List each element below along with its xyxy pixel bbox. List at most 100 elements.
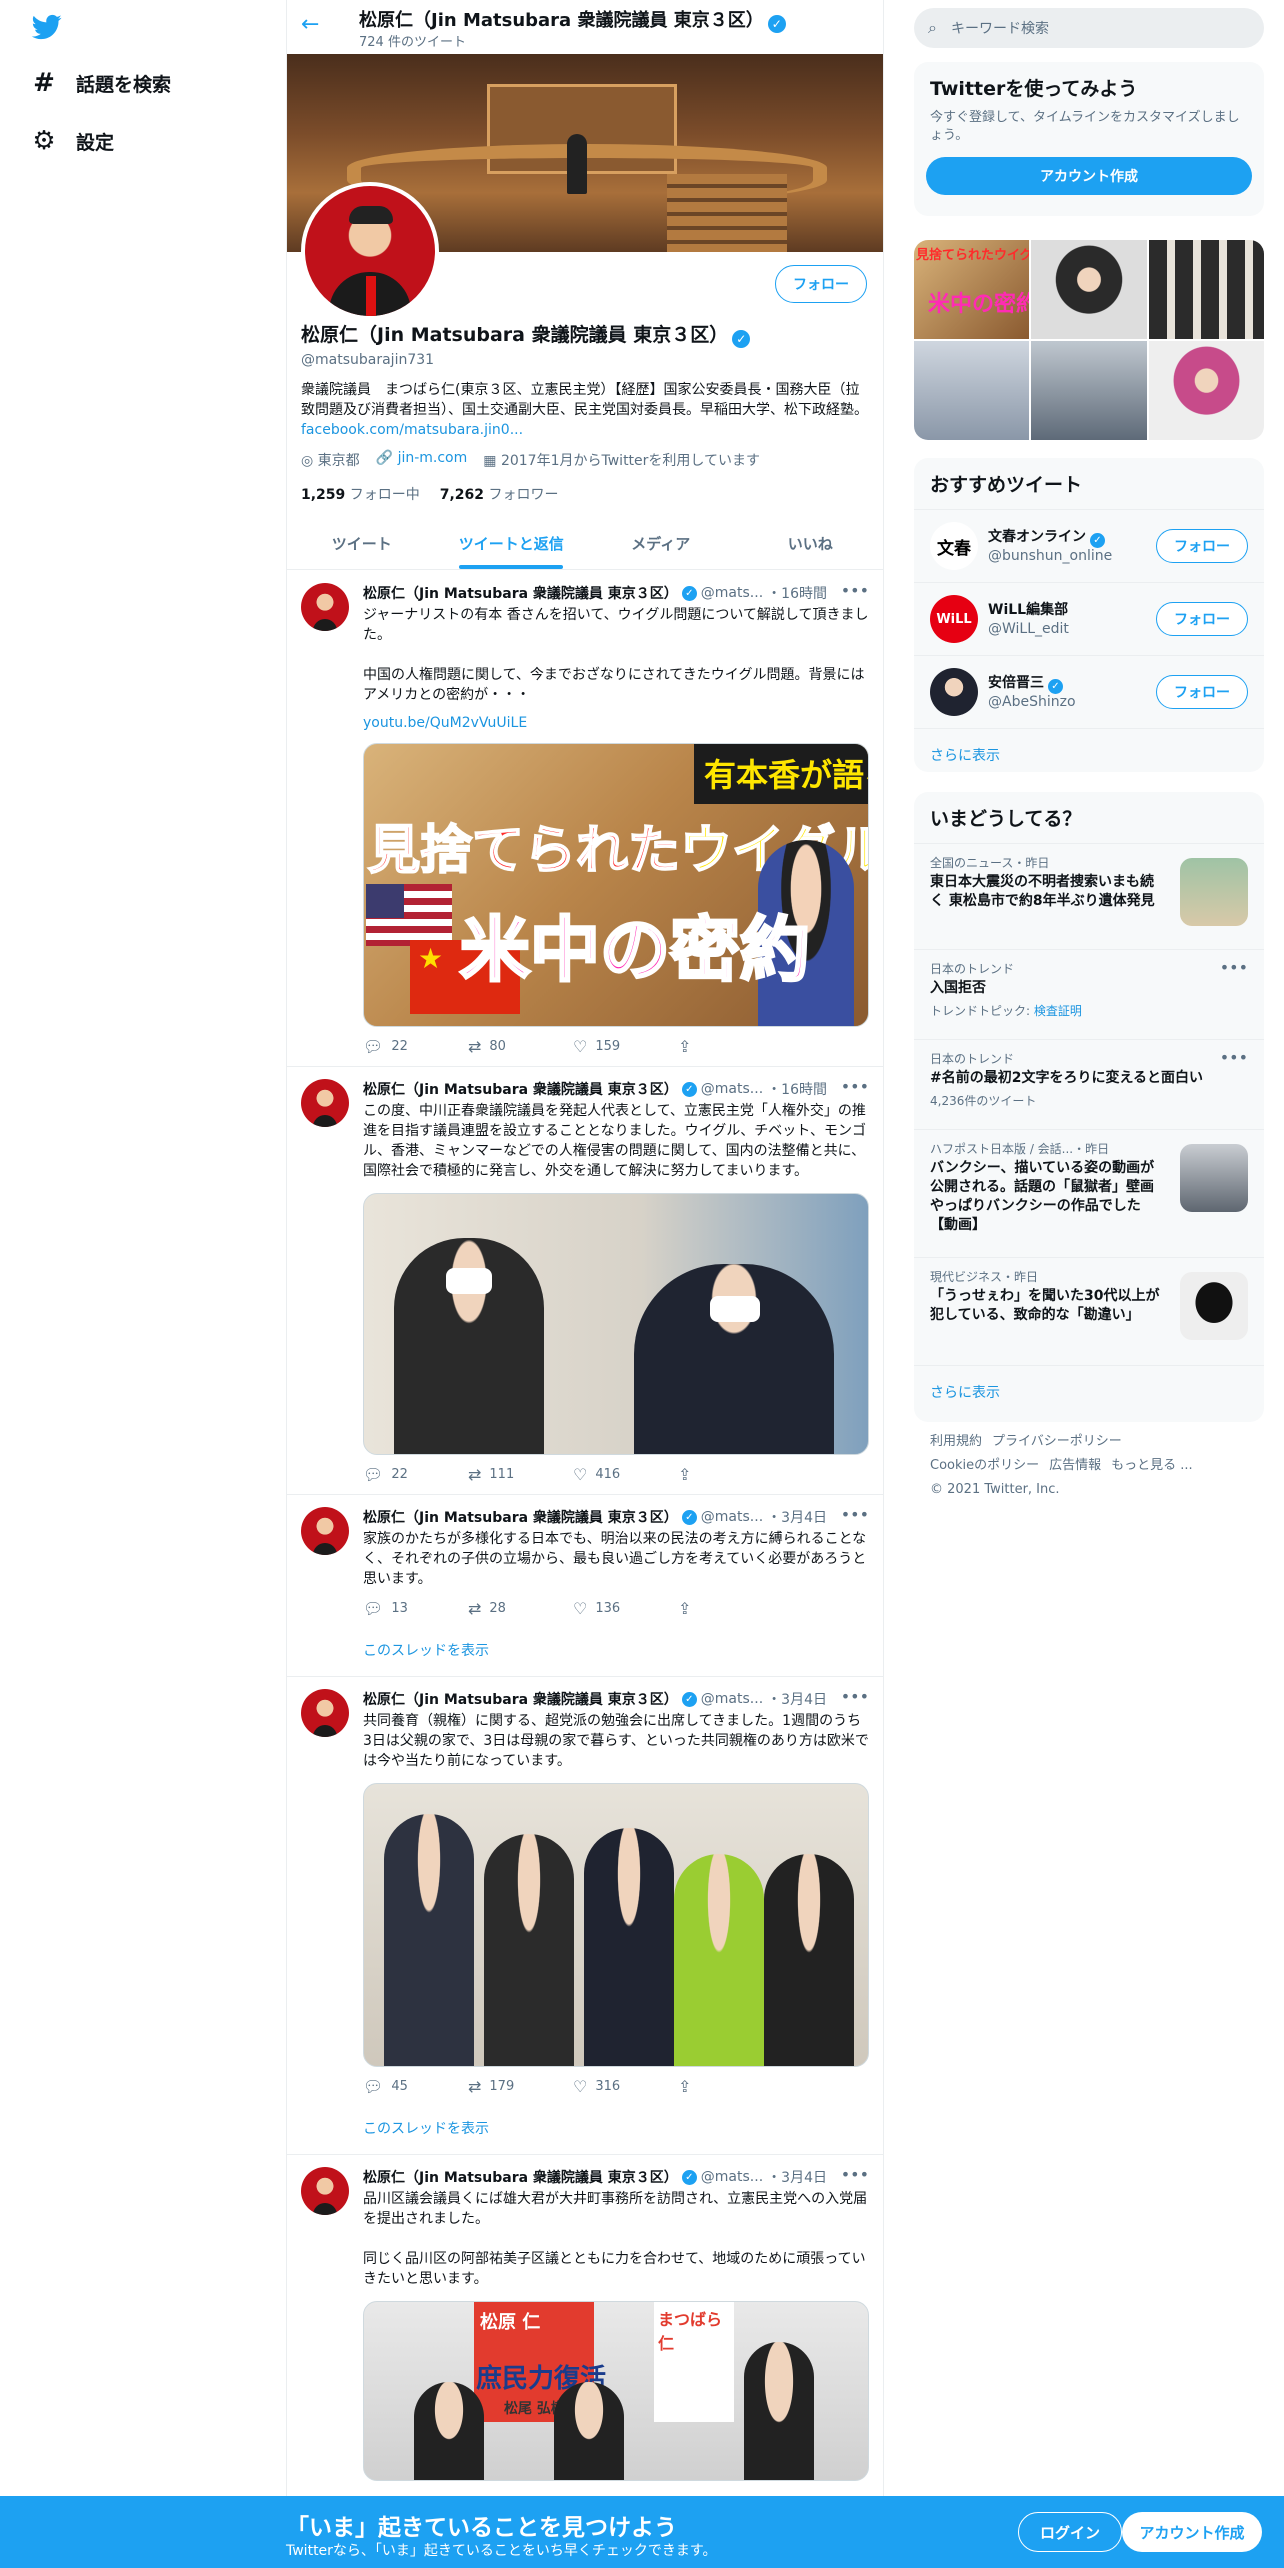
profile-tabs: ツイート ツイートと返信 メディア いいね <box>287 518 884 570</box>
tweet-author[interactable]: 松原仁（Jin Matsubara 衆議院議員 東京３区） <box>363 2167 678 2187</box>
like-button[interactable]: ♡ 316 <box>573 2077 678 2096</box>
more-icon[interactable]: ••• <box>841 1687 869 1706</box>
bio-link[interactable]: facebook.com/matsubara.jin0... <box>301 422 523 438</box>
more-icon[interactable]: ••• <box>841 1077 869 1096</box>
tweet-media-photo[interactable]: 松原 仁 まつばら仁 庶民力復活 松尾 弘樹 <box>363 2301 869 2481</box>
more-icon[interactable]: ••• <box>1220 1048 1248 1067</box>
footer-link[interactable]: もっと見る ... <box>1111 1458 1193 1473</box>
back-arrow-icon[interactable]: ← <box>301 12 319 37</box>
tweet-time[interactable]: ・16時間 <box>767 1079 827 1099</box>
retweet-icon: ⇄ <box>468 2077 482 2096</box>
tweet-time[interactable]: ・3月4日 <box>767 1507 827 1527</box>
us-flag <box>366 884 452 946</box>
following-link[interactable]: 1,259 フォロー中 <box>301 484 420 504</box>
tab-media[interactable]: メディア <box>586 518 736 569</box>
reply-button[interactable]: 💬︎ 13 <box>363 1599 468 1618</box>
reco-item[interactable]: 安倍晋三 ✓ @AbeShinzo フォロー <box>914 655 1264 728</box>
trend-item[interactable]: 日本のトレンド 入国拒否 トレンドトピック: 検査証明 ••• <box>914 949 1264 1039</box>
trends-title: いまどうしてる？ <box>930 808 1082 830</box>
more-icon[interactable]: ••• <box>1220 958 1248 977</box>
retweet-button[interactable]: ⇄ 111 <box>468 1465 573 1484</box>
login-button[interactable]: ログイン <box>1018 2512 1122 2552</box>
reply-button[interactable]: 💬︎ 45 <box>363 2077 468 2096</box>
tweet-media-photo[interactable] <box>363 1783 869 2067</box>
tab-tweets[interactable]: ツイート <box>287 518 437 569</box>
retweet-button[interactable]: ⇄ 179 <box>468 2077 573 2096</box>
tab-likes[interactable]: いいね <box>736 518 884 569</box>
tweet-time[interactable]: ・3月4日 <box>767 1689 827 1709</box>
footer-link[interactable]: プライバシーポリシー <box>992 1434 1122 1449</box>
profile-name: 松原仁（Jin Matsubara 衆議院議員 東京３区） ✓ <box>301 320 871 348</box>
reco-follow-button[interactable]: フォロー <box>1156 602 1248 636</box>
tweet[interactable]: 松原仁（Jin Matsubara 衆議院議員 東京３区） ✓ @mats... … <box>287 2155 883 2491</box>
tweet-avatar[interactable] <box>301 1507 349 1555</box>
tweet-avatar[interactable] <box>301 2167 349 2215</box>
followers-link[interactable]: 7,262 フォロワー <box>440 484 559 504</box>
like-button[interactable]: ♡ 159 <box>573 1037 678 1056</box>
nav-settings[interactable]: ⚙ 設定 <box>30 121 114 161</box>
tweet[interactable]: 松原仁（Jin Matsubara 衆議院議員 東京３区） ✓ @mats... … <box>287 1495 883 1677</box>
more-icon[interactable]: ••• <box>841 1505 869 1524</box>
share-button[interactable]: ⇪ <box>678 2077 783 2096</box>
trends-show-more[interactable]: さらに表示 <box>914 1365 1264 1418</box>
trend-title: バンクシー、描いている姿の動画が公開される。話題の「鼠獄者」壁画やっぱりバンクシ… <box>930 1160 1155 1233</box>
like-button[interactable]: ♡ 416 <box>573 1465 678 1484</box>
more-icon[interactable]: ••• <box>841 581 869 600</box>
reply-button[interactable]: 💬︎ 22 <box>363 1465 468 1484</box>
tweet-author[interactable]: 松原仁（Jin Matsubara 衆議院議員 東京３区） <box>363 1507 678 1527</box>
share-button[interactable]: ⇪ <box>678 1599 783 1618</box>
like-button[interactable]: ♡ 136 <box>573 1599 678 1618</box>
reco-item[interactable]: 文春 文春オンライン ✓ @bunshun_online フォロー <box>914 509 1264 582</box>
tweet-avatar[interactable] <box>301 1079 349 1127</box>
tweet-avatar[interactable] <box>301 583 349 631</box>
reco-follow-button[interactable]: フォロー <box>1156 529 1248 563</box>
tweet-time[interactable]: ・3月4日 <box>767 2167 827 2187</box>
tweet-media-photo[interactable] <box>363 1193 869 1455</box>
show-thread-link[interactable]: このスレッドを表示 <box>363 2118 869 2138</box>
trend-item[interactable]: 全国のニュース・昨日 東日本大震災の不明者捜索いまも続く 東松島市で約8年半ぶり… <box>914 843 1264 949</box>
media-thumb[interactable] <box>914 341 1030 440</box>
tweet-media-video-thumbnail[interactable]: 有本香が語る 見捨てられたウイグル人 米中の密約 <box>363 743 869 1027</box>
tweet[interactable]: 松原仁（Jin Matsubara 衆議院議員 東京３区） ✓ @mats... … <box>287 1067 883 1495</box>
trend-item[interactable]: ハフポスト日本版 / 会話...・昨日 バンクシー、描いている姿の動画が公開され… <box>914 1129 1264 1257</box>
media-thumb[interactable] <box>1148 240 1264 339</box>
footer-link[interactable]: 広告情報 <box>1049 1458 1101 1473</box>
reco-follow-button[interactable]: フォロー <box>1156 675 1248 709</box>
media-thumb[interactable] <box>1031 240 1147 339</box>
share-button[interactable]: ⇪ <box>678 1465 783 1484</box>
search-box[interactable]: ⌕ キーワード検索 <box>914 8 1264 48</box>
footer-link[interactable]: 利用規約 <box>930 1434 982 1449</box>
reco-item[interactable]: WiLL WiLL編集部 @WiLL_edit フォロー <box>914 582 1264 655</box>
retweet-button[interactable]: ⇄ 28 <box>468 1599 573 1618</box>
create-account-button[interactable]: アカウント作成 <box>926 157 1252 195</box>
footer-link[interactable]: Cookieのポリシー <box>930 1458 1039 1473</box>
twitter-bird-icon[interactable] <box>30 12 64 42</box>
trend-item[interactable]: 日本のトレンド #名前の最初2文字をろりに変えると面白い 4,236件のツイート… <box>914 1039 1264 1129</box>
signup-button[interactable]: アカウント作成 <box>1122 2512 1262 2552</box>
media-thumb[interactable] <box>1148 341 1264 440</box>
tweet-author[interactable]: 松原仁（Jin Matsubara 衆議院議員 東京３区） <box>363 583 678 603</box>
media-thumb[interactable]: 見捨てられたウイグル 米中の密約 <box>914 240 1030 339</box>
verified-icon: ✓ <box>681 585 697 601</box>
tweet[interactable]: 松原仁（Jin Matsubara 衆議院議員 東京３区） ✓ @mats... … <box>287 1677 883 2155</box>
tweet-time[interactable]: ・16時間 <box>767 583 827 603</box>
nav-explore[interactable]: # 話題を検索 <box>30 63 171 103</box>
follow-button[interactable]: フォロー <box>775 265 867 303</box>
reply-button[interactable]: 💬︎ 22 <box>363 1037 468 1056</box>
verified-icon: ✓ <box>1048 679 1063 694</box>
media-thumb[interactable] <box>1031 341 1147 440</box>
show-thread-link[interactable]: このスレッドを表示 <box>363 1640 869 1660</box>
tweet-avatar[interactable] <box>301 1689 349 1737</box>
website[interactable]: 🔗 jin-m.com <box>376 450 468 470</box>
tweet-link[interactable]: youtu.be/QuM2vVuUiLE <box>363 715 869 731</box>
more-icon[interactable]: ••• <box>841 2165 869 2184</box>
tweet-author[interactable]: 松原仁（Jin Matsubara 衆議院議員 東京３区） <box>363 1689 678 1709</box>
retweet-button[interactable]: ⇄ 80 <box>468 1037 573 1056</box>
profile-avatar[interactable] <box>301 182 439 320</box>
tab-tweets-replies[interactable]: ツイートと返信 <box>437 518 587 569</box>
tweet-author[interactable]: 松原仁（Jin Matsubara 衆議院議員 東京３区） <box>363 1079 678 1099</box>
reco-show-more[interactable]: さらに表示 <box>914 728 1264 772</box>
trend-item[interactable]: 現代ビジネス・昨日 「うっせぇわ」を聞いた30代以上が犯している、致命的な「勘違… <box>914 1257 1264 1365</box>
tweet[interactable]: 松原仁（Jin Matsubara 衆議院議員 東京３区） ✓ @mats... … <box>287 571 883 1067</box>
share-button[interactable]: ⇪ <box>678 1037 783 1056</box>
